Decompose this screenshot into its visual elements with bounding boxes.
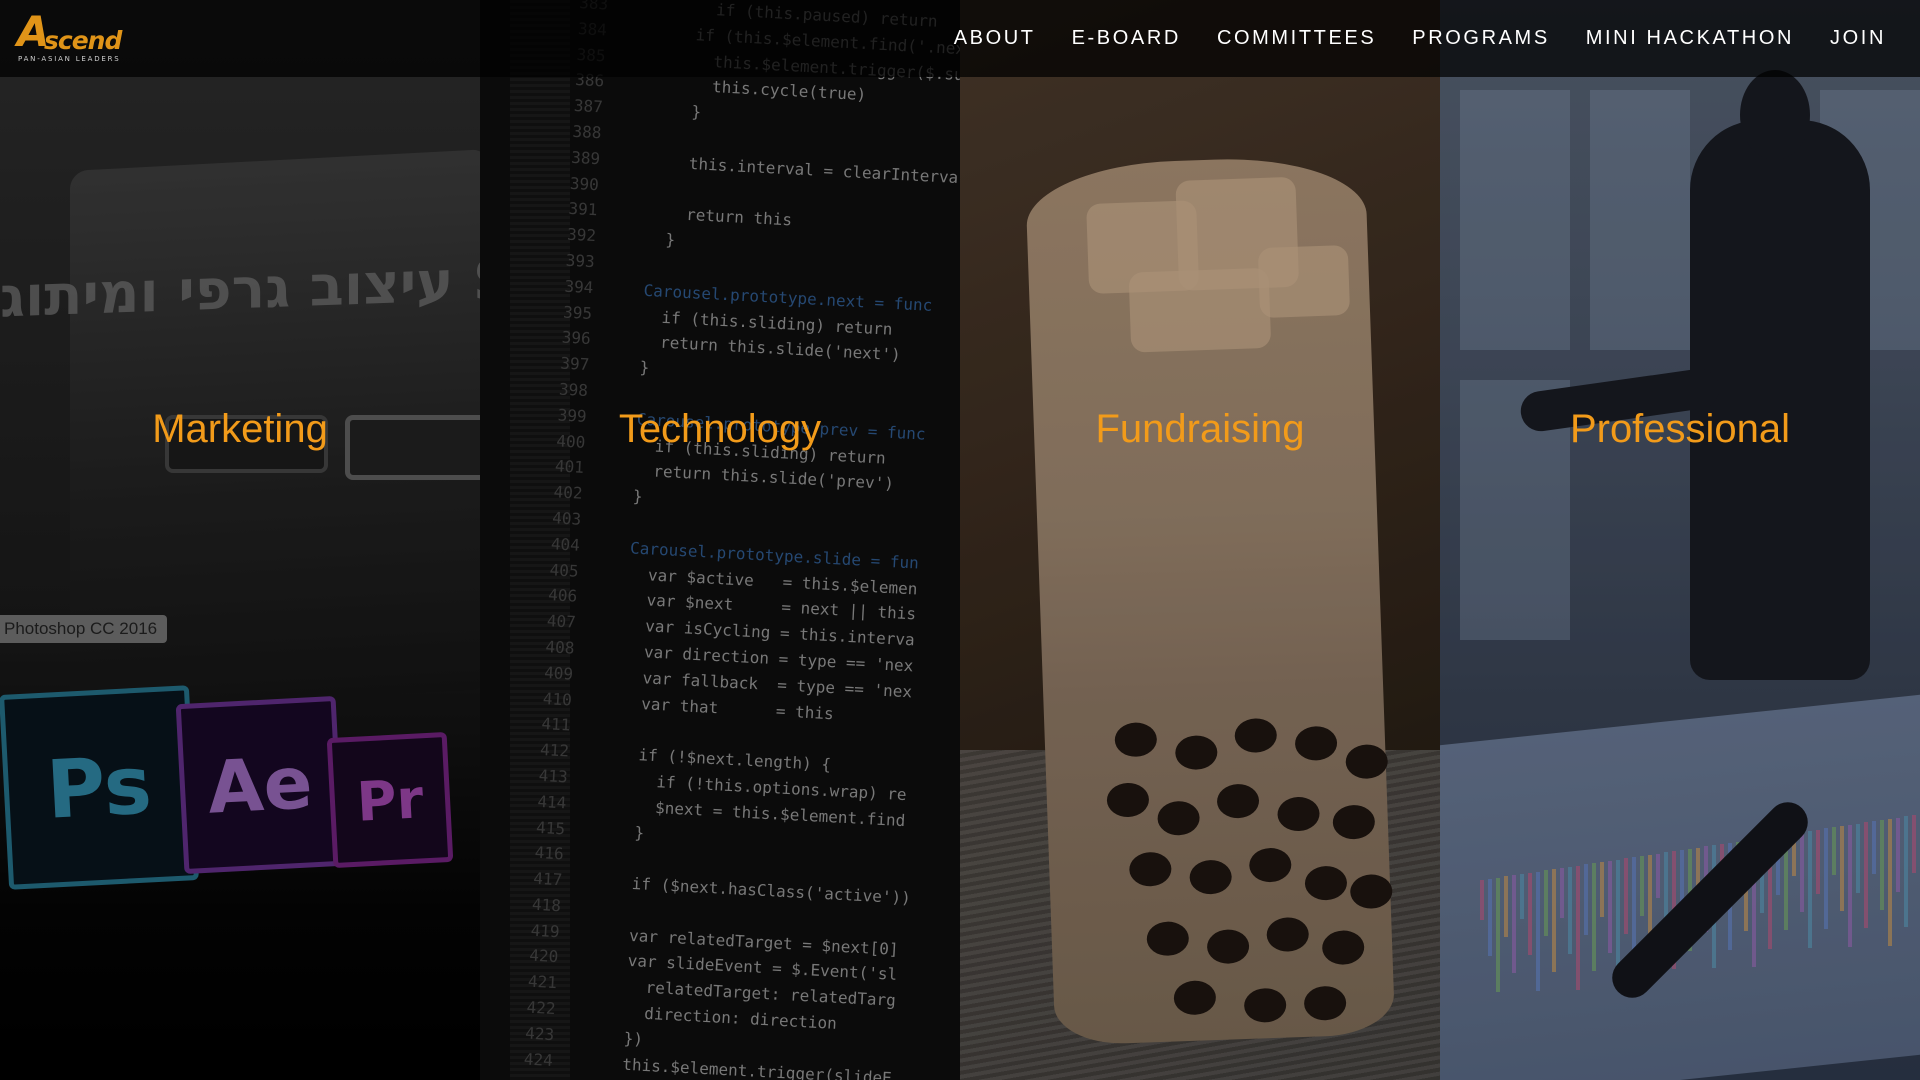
logo-tagline: PAN-ASIAN LEADERS: [18, 55, 121, 63]
nav-link-mini-hackathon[interactable]: MINI HACKATHON: [1586, 27, 1794, 50]
panel-title-marketing: Marketing: [152, 407, 328, 451]
panel-technology[interactable]: 383 if (this.paused) return384 if (this.…: [480, 0, 960, 1080]
nav-link-about[interactable]: ABOUT: [954, 27, 1036, 50]
nav-link-programs[interactable]: PROGRAMS: [1412, 27, 1549, 50]
panel-marketing[interactable]: עיצוב גרפי ומיתוג SEO Photoshop CC 2016 …: [0, 0, 480, 1080]
panel-title-technology: Technology: [618, 407, 822, 451]
panel-dim-overlay: [1440, 0, 1920, 1080]
panel-fundraising[interactable]: Fundraising: [960, 0, 1440, 1080]
page: עיצוב גרפי ומיתוג SEO Photoshop CC 2016 …: [0, 0, 1920, 1080]
panel-title-professional: Professional: [1569, 407, 1791, 451]
panel-professional[interactable]: Professional: [1440, 0, 1920, 1080]
panel-dim-overlay: [960, 0, 1440, 1080]
panel-title-fundraising: Fundraising: [1095, 407, 1305, 451]
panel-dim-overlay: [0, 0, 480, 1080]
ascend-logo[interactable]: A scend PAN-ASIAN LEADERS: [17, 11, 127, 65]
logo-rest: scend: [44, 26, 122, 55]
committee-panels: עיצוב גרפי ומיתוג SEO Photoshop CC 2016 …: [0, 0, 1920, 1080]
top-navbar: A scend PAN-ASIAN LEADERS ABOUT E-BOARD …: [0, 0, 1920, 77]
nav-link-join[interactable]: JOIN: [1830, 27, 1886, 50]
nav-link-e-board[interactable]: E-BOARD: [1072, 27, 1181, 50]
nav-link-committees[interactable]: COMMITTEES: [1217, 27, 1376, 50]
logo-wordmark: A scend: [17, 11, 122, 56]
nav-links: ABOUT E-BOARD COMMITTEES PROGRAMS MINI H…: [954, 0, 1920, 77]
panel-dim-overlay: [480, 0, 960, 1080]
